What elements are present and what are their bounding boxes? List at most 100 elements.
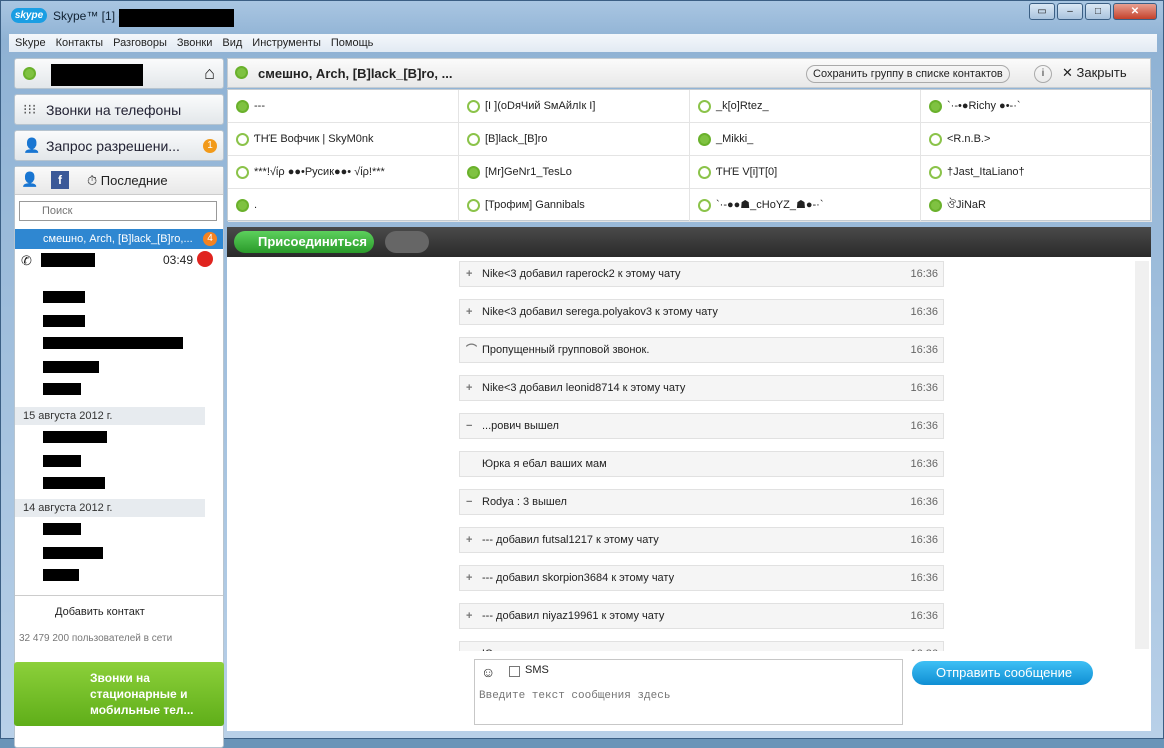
participant-cell[interactable]: †Jast_ItaLiano† bbox=[921, 156, 1152, 189]
redaction bbox=[43, 523, 81, 535]
left-pane: ⌂ ⁝⁝⁝ Звонки на телефоны 👤 Запрос разреш… bbox=[9, 54, 227, 748]
scrollbar[interactable] bbox=[1135, 261, 1149, 649]
status-icon bbox=[698, 199, 711, 212]
add-contact-label: Добавить контакт bbox=[55, 606, 145, 618]
minimize-button[interactable]: – bbox=[1057, 3, 1083, 20]
message-time: 16:36 bbox=[910, 534, 938, 546]
participant-cell[interactable]: <R.n.B.> bbox=[921, 123, 1152, 156]
message-text: --- добавил futsal1217 к этому чату bbox=[482, 534, 659, 546]
recent-tab[interactable]: ⏱ Последние bbox=[87, 173, 168, 189]
participant-cell[interactable]: ƬΗΈ Вофчик | SkyM0nk bbox=[228, 123, 459, 156]
conversation-area: + Nike<3 добавил raperock2 к этому чату 16… bbox=[227, 257, 1151, 651]
participant-cell[interactable]: --- bbox=[228, 90, 459, 123]
participant-cell[interactable]: ***!√ίρ ●●•Русик●●• √ίρ!*** bbox=[228, 156, 459, 189]
message-time: 16:36 bbox=[910, 268, 938, 280]
participant-cell[interactable]: [Mr]GeNr1_TesLo bbox=[459, 156, 690, 189]
participant-cell[interactable]: ঔJiNaR bbox=[921, 189, 1152, 222]
menu-item[interactable]: Помощь bbox=[331, 37, 374, 49]
participant-cell[interactable]: ƬΗΈ V[i]T[0] bbox=[690, 156, 921, 189]
participant-name: †Jast_ItaLiano† bbox=[947, 166, 1025, 178]
status-icon bbox=[467, 166, 480, 179]
date-separator: 14 августа 2012 г. bbox=[15, 499, 205, 517]
send-message-button[interactable]: Отправить сообщение bbox=[912, 661, 1093, 685]
participant-name: [I ](oDяЧий SмAйлIк I] bbox=[485, 100, 596, 112]
message-text: Пропущенный групповой звонок. bbox=[482, 344, 650, 356]
participant-name: <R.n.B.> bbox=[947, 133, 991, 145]
title-bar: skype Skype™ [1] - ▭ – □ ✕ bbox=[1, 1, 1163, 31]
emoticon-icon[interactable]: ☺ bbox=[481, 664, 495, 680]
menu-item[interactable]: Контакты bbox=[56, 37, 104, 49]
close-window-button[interactable]: ✕ bbox=[1113, 3, 1157, 20]
promo-banner[interactable]: Звонки на стационарные и мобильные тел..… bbox=[14, 662, 224, 726]
dialpad-icon: ⁝⁝⁝ bbox=[23, 101, 37, 117]
message-icon: + bbox=[466, 382, 473, 394]
participant-cell[interactable]: `·-●●☗_cHoYZ_☗●-·` bbox=[690, 189, 921, 222]
participant-name: ***!√ίρ ●●•Русик●●• √ίρ!*** bbox=[254, 166, 385, 178]
message-text: ...рович вышел bbox=[482, 420, 559, 432]
menu-item[interactable]: Звонки bbox=[177, 37, 213, 49]
maximize-button[interactable]: □ bbox=[1085, 3, 1111, 20]
menu-item[interactable]: Skype bbox=[15, 37, 46, 49]
active-chat-row[interactable]: смешно, Arch, [B]lack_[B]ro,... 4 bbox=[15, 229, 223, 249]
participant-cell[interactable]: _Mikki_ bbox=[690, 123, 921, 156]
chat-message: Юрка я ебал ваших мам 16:36 bbox=[459, 451, 944, 477]
message-time: 16:36 bbox=[910, 420, 938, 432]
unread-badge: 4 bbox=[203, 232, 217, 246]
redaction bbox=[43, 547, 103, 559]
status-icon bbox=[929, 199, 942, 212]
chat-message: − ...рович вышел 16:36 bbox=[459, 413, 944, 439]
message-time: 16:36 bbox=[910, 642, 938, 651]
chat-message: − Rodya : 3 вышел 16:36 bbox=[459, 489, 944, 515]
facebook-tab-icon[interactable]: f bbox=[51, 171, 69, 189]
menu-item[interactable]: Разговоры bbox=[113, 37, 167, 49]
notification-badge: 1 bbox=[203, 139, 217, 153]
participant-cell[interactable]: [I ](oDяЧий SмAйлIк I] bbox=[459, 90, 690, 123]
signal-icon bbox=[385, 231, 429, 253]
message-input[interactable] bbox=[479, 690, 897, 720]
home-icon[interactable]: ⌂ bbox=[204, 63, 215, 84]
menu-item[interactable]: Вид bbox=[222, 37, 242, 49]
redaction bbox=[51, 64, 143, 86]
status-icon bbox=[929, 100, 942, 113]
participant-cell[interactable]: `·-•●Richy ●•-·` bbox=[921, 90, 1152, 123]
profile-bar[interactable]: ⌂ bbox=[14, 58, 224, 89]
call-timer: 03:49 bbox=[163, 253, 194, 267]
chat-message: + --- добавил niyaz19961 к этому чату 16:3… bbox=[459, 603, 944, 629]
promo-text: Звонки на стационарные и мобильные тел..… bbox=[90, 671, 194, 717]
send-message-label: Отправить сообщение bbox=[936, 665, 1073, 680]
sms-checkbox[interactable] bbox=[509, 666, 520, 677]
message-text: Юрка я ебал ваших мам bbox=[482, 458, 607, 470]
phone-icon: ✆ bbox=[21, 253, 32, 268]
menu-item[interactable]: Инструменты bbox=[252, 37, 321, 49]
participant-cell[interactable]: . bbox=[228, 189, 459, 222]
participants-grid: --- [I ](oDяЧий SмAйлIк I] _k[o]Rtez_ `·-•●… bbox=[227, 89, 1152, 222]
message-icon: + bbox=[466, 572, 473, 584]
join-call-button[interactable]: Присоединиться bbox=[234, 231, 374, 253]
participant-name: _Mikki_ bbox=[716, 133, 754, 145]
contacts-tab-icon[interactable]: 👤 bbox=[21, 171, 38, 188]
save-group-button[interactable]: Сохранить группу в списке контактов bbox=[806, 65, 1010, 83]
active-chat-label: смешно, Arch, [B]lack_[B]ro,... bbox=[43, 233, 193, 245]
auth-request-button[interactable]: 👤 Запрос разрешени... 1 bbox=[14, 130, 224, 161]
search-input[interactable] bbox=[19, 201, 217, 221]
status-icon bbox=[236, 100, 249, 113]
participant-cell[interactable]: [B]lack_[B]ro bbox=[459, 123, 690, 156]
info-icon[interactable]: i bbox=[1034, 65, 1052, 83]
restore-icon[interactable]: ▭ bbox=[1029, 3, 1055, 20]
participant-name: `·-●●☗_cHoYZ_☗●-·` bbox=[716, 199, 824, 211]
close-chat-button[interactable]: ✕ Закрыть bbox=[1062, 65, 1127, 81]
participant-cell[interactable]: _k[o]Rtez_ bbox=[690, 90, 921, 123]
skype-window: skype Skype™ [1] - ▭ – □ ✕ Skype Контакты… bbox=[0, 0, 1164, 748]
redaction bbox=[43, 569, 79, 581]
participant-cell[interactable]: [Трофим] Gannibals bbox=[459, 189, 690, 222]
status-online-icon[interactable] bbox=[23, 67, 36, 80]
message-text: Nike<3 добавил serega.polyakov3 к этому … bbox=[482, 306, 718, 318]
window-title: Skype™ [1] - bbox=[53, 9, 123, 23]
phone-calls-button[interactable]: ⁝⁝⁝ Звонки на телефоны bbox=[14, 94, 224, 125]
add-contact-button[interactable]: Добавить контакт bbox=[15, 595, 223, 627]
chat-message: + --- добавил futsal1217 к этому чату 16:3… bbox=[459, 527, 944, 553]
participant-name: [Mr]GeNr1_TesLo bbox=[485, 166, 572, 178]
hangup-icon[interactable] bbox=[197, 251, 213, 267]
sms-label: SMS bbox=[525, 664, 549, 676]
status-icon bbox=[236, 199, 249, 212]
